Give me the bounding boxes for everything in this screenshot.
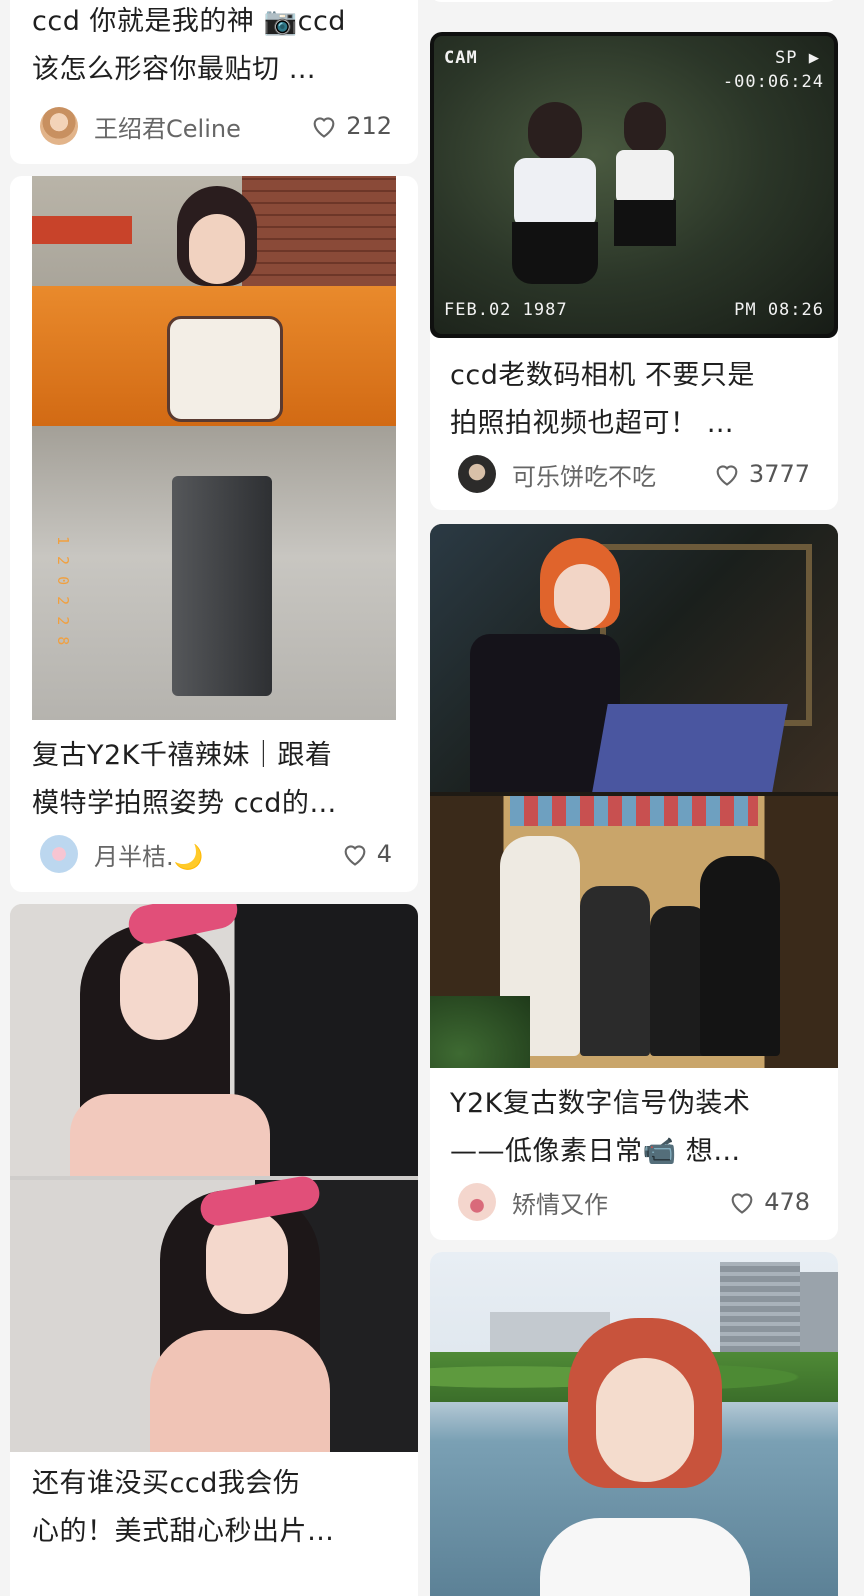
author-info[interactable]: 可乐饼吃不吃: [458, 452, 656, 496]
note-title: Y2K复古数字信号伪装术 ——低像素日常📹 想…: [450, 1088, 751, 1167]
photo-bottom: [10, 1173, 418, 1452]
like-count: 3777: [748, 460, 810, 488]
sign: [32, 216, 132, 244]
person-left: [510, 102, 600, 332]
note-title: ccd 你就是我的神 📷ccd 该怎么形容你最贴切 …: [32, 6, 346, 85]
time-counter: -00:06:24: [722, 72, 824, 92]
note-title: ccd老数码相机 不要只是 拍照拍视频也超可！ …: [450, 360, 755, 439]
like-button[interactable]: 3777: [713, 452, 810, 496]
cam-label: CAM: [444, 48, 478, 68]
note-photo[interactable]: CAM SP ▶ -00:06:24 FEB.02 1987 PM 08:26: [430, 32, 838, 338]
heart-outline-icon: [716, 465, 738, 486]
person-right: [610, 102, 680, 302]
note-photo[interactable]: [430, 524, 838, 1068]
note-card[interactable]: [430, 0, 838, 2]
photo-bottom: [430, 796, 838, 1068]
avatar: [458, 455, 496, 493]
note-title: 复古Y2K千禧辣妹｜跟着 模特学拍照姿势 ccd的…: [32, 740, 337, 819]
person: [127, 186, 307, 706]
author-info[interactable]: 月半桔.🌙: [40, 832, 204, 876]
note-title: 还有谁没买ccd我会伤 心的！美式甜心秒出片…: [32, 1468, 335, 1547]
avatar: [40, 835, 78, 873]
like-button[interactable]: 478: [728, 1180, 810, 1224]
like-button[interactable]: 4: [341, 832, 392, 876]
author-name: 月半桔.🌙: [94, 842, 204, 871]
author-name: 可乐饼吃不吃: [512, 462, 656, 491]
note-card[interactable]: [430, 1252, 838, 1596]
author-name: 王绍君Celine: [94, 114, 241, 143]
note-card[interactable]: Y2K复古数字信号伪装术 ——低像素日常📹 想… 矫情又作 478: [430, 524, 838, 1240]
avatar: [40, 107, 78, 145]
like-count: 212: [346, 112, 392, 140]
photo-top: [10, 904, 418, 1176]
avatar: [458, 1183, 496, 1221]
sp-label: SP ▶: [775, 48, 820, 68]
heart-outline-icon: [731, 1193, 753, 1214]
note-photo[interactable]: 1 2 0 2 2 8: [32, 176, 396, 720]
photo-top: [430, 524, 838, 792]
author-name: 矫情又作: [512, 1190, 608, 1219]
like-count: 478: [764, 1188, 810, 1216]
note-photo[interactable]: [10, 904, 418, 1452]
note-card[interactable]: 还有谁没买ccd我会伤 心的！美式甜心秒出片…: [10, 904, 418, 1596]
date-overlay: FEB.02 1987: [444, 300, 568, 320]
clock-overlay: PM 08:26: [734, 300, 824, 320]
note-card[interactable]: CAM SP ▶ -00:06:24 FEB.02 1987 PM 08:26 …: [430, 32, 838, 510]
note-card[interactable]: 1 2 0 2 2 8 复古Y2K千禧辣妹｜跟着 模特学拍照姿势 ccd的… 月…: [10, 176, 418, 892]
person: [540, 1318, 750, 1596]
heart-outline-icon: [344, 845, 366, 866]
heart-outline-icon: [313, 117, 335, 138]
author-info[interactable]: 王绍君Celine: [40, 104, 241, 148]
author-info[interactable]: 矫情又作: [458, 1180, 608, 1224]
note-card[interactable]: ccd 你就是我的神 📷ccd 该怎么形容你最贴切 … 王绍君Celine 21…: [10, 0, 418, 164]
like-count: 4: [376, 840, 392, 868]
like-button[interactable]: 212: [310, 104, 392, 148]
note-photo[interactable]: [430, 1252, 838, 1596]
date-stamp: 1 2 0 2 2 8: [54, 536, 72, 647]
